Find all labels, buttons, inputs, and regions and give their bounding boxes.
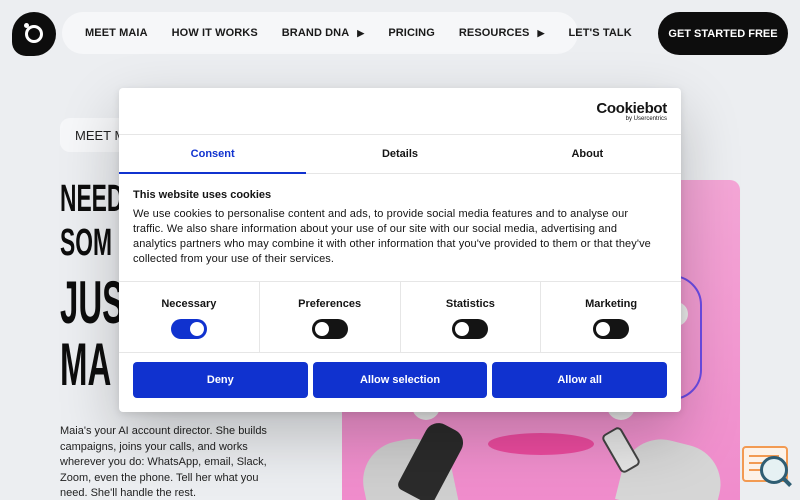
cookiebot-brand-name: Cookiebot (596, 100, 667, 117)
toggle-knob (189, 322, 204, 336)
site-logo[interactable] (12, 12, 56, 56)
toggle-label: Necessary (161, 298, 217, 310)
tab-about[interactable]: About (494, 135, 681, 173)
caret-right-icon: ▶ (537, 27, 545, 38)
toggle-label: Statistics (445, 298, 495, 310)
necessary-toggle[interactable] (170, 319, 207, 339)
toggle-label: Marketing (585, 298, 638, 310)
toggle-cell-marketing: Marketing (541, 282, 681, 352)
toggle-knob (314, 322, 329, 336)
toggle-knob (596, 322, 611, 336)
deny-button[interactable]: Deny (133, 362, 308, 398)
marketing-toggle[interactable] (593, 319, 630, 339)
nav-label: HOW IT WORKS (171, 27, 258, 39)
nav-label: MEET MAIA (85, 27, 148, 39)
dialog-title: This website uses cookies (133, 189, 272, 201)
consent-tabs: Consent Details About (119, 134, 681, 174)
caret-right-icon: ▶ (357, 27, 365, 38)
nav-label: LET'S TALK (568, 27, 632, 39)
nav-item-lets-talk[interactable]: LET'S TALK (568, 27, 631, 39)
preferences-toggle[interactable] (311, 319, 348, 339)
allow-all-button[interactable]: Allow all (492, 362, 668, 398)
cookie-category-toggles: Necessary Preferences Statistics Marketi… (119, 281, 681, 353)
help-search-widget[interactable] (742, 446, 792, 490)
toggle-label: Preferences (298, 298, 362, 310)
nav-item-meet-maia[interactable]: MEET MAIA (85, 27, 148, 39)
toggle-cell-preferences: Preferences (260, 282, 401, 352)
toggle-cell-statistics: Statistics (401, 282, 542, 352)
nav-item-how-it-works[interactable]: HOW IT WORKS (172, 27, 258, 39)
allow-selection-button[interactable]: Allow selection (312, 362, 488, 398)
consent-buttons: Deny Allow selection Allow all (133, 362, 668, 398)
nav-label: RESOURCES (458, 27, 530, 39)
cookie-consent-dialog: Cookiebot by Usercentrics Consent Detail… (119, 88, 681, 412)
main-nav: MEET MAIA HOW IT WORKS BRAND DNA ▶ PRICIN… (62, 12, 632, 54)
get-started-button[interactable]: GET STARTED FREE (658, 12, 788, 55)
tab-consent[interactable]: Consent (119, 135, 307, 174)
statistics-toggle[interactable] (452, 319, 489, 339)
logo-dot-icon (24, 23, 29, 28)
nav-label: PRICING (388, 27, 435, 39)
hero-description: Maia's your AI account director. She bui… (60, 425, 267, 499)
nav-item-resources[interactable]: RESOURCES ▶ (459, 27, 545, 39)
toggle-knob (455, 322, 470, 336)
nav-item-brand-dna[interactable]: BRAND DNA ▶ (282, 27, 365, 39)
nav-label: BRAND DNA (281, 27, 350, 39)
dialog-body-text: We use cookies to personalise content an… (133, 208, 651, 265)
magnifier-handle-icon (782, 477, 792, 487)
pink-blob (488, 433, 594, 455)
toggle-cell-necessary: Necessary (119, 282, 260, 352)
nav-item-pricing[interactable]: PRICING (388, 27, 435, 39)
cookiebot-logo: Cookiebot by Usercentrics (596, 100, 667, 122)
tab-details[interactable]: Details (306, 135, 493, 173)
